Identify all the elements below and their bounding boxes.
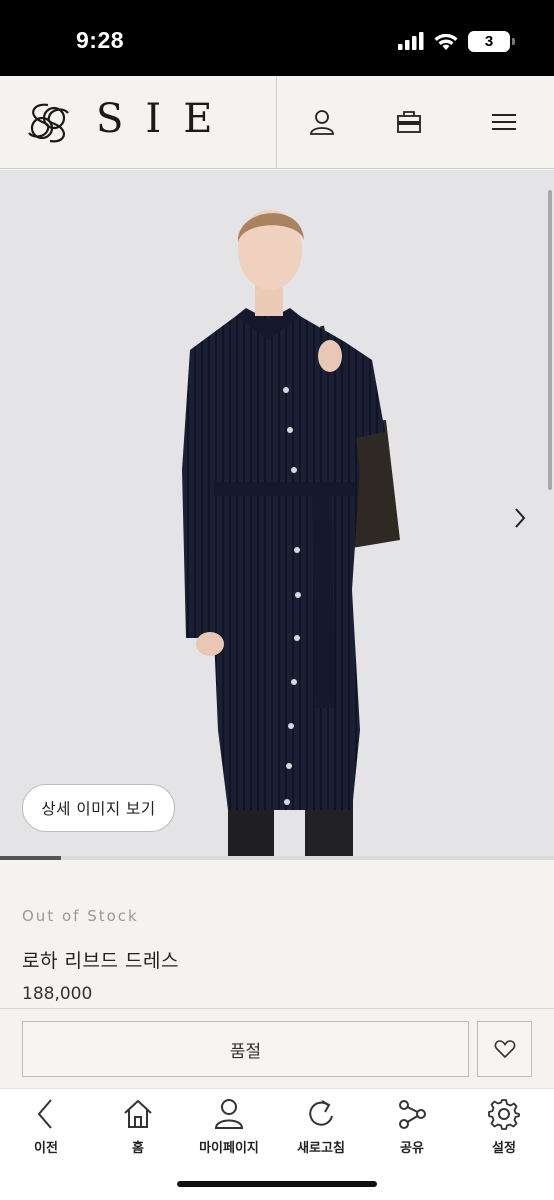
purchase-bar: 품절: [0, 1008, 554, 1088]
home-icon: [124, 1099, 152, 1128]
view-detail-images-button[interactable]: 상세 이미지 보기: [22, 784, 175, 832]
toolbar-settings-label: 설정: [492, 1141, 516, 1156]
user-icon: [310, 110, 334, 135]
toolbar-mypage-label: 마이페이지: [199, 1141, 259, 1156]
scrollbar-thumb[interactable]: [548, 190, 552, 490]
toolbar-share-button[interactable]: 공유: [370, 1097, 454, 1167]
product-photo: [0, 170, 554, 856]
product-image-carousel[interactable]: 상세 이미지 보기: [0, 170, 554, 856]
chevron-right-icon: [515, 508, 526, 528]
stock-status: Out of Stock: [22, 907, 139, 925]
toolbar-share-label: 공유: [400, 1141, 424, 1156]
wifi-icon: [434, 33, 458, 50]
carousel-progress: [0, 856, 554, 860]
shopping-bag-button[interactable]: [391, 104, 427, 140]
wishlist-button[interactable]: [477, 1021, 532, 1077]
battery-level: 3: [484, 32, 494, 50]
toolbar-refresh-label: 새로고침: [297, 1141, 345, 1156]
hamburger-menu-icon: [492, 114, 516, 130]
refresh-icon: [309, 1100, 333, 1126]
status-time: 9:28: [76, 27, 125, 53]
toolbar-back-label: 이전: [34, 1141, 58, 1156]
page-scrollbar[interactable]: [546, 170, 554, 856]
battery-icon: 3: [468, 30, 515, 52]
home-indicator: [177, 1181, 377, 1187]
heart-icon: [494, 1040, 515, 1059]
toolbar-refresh-button[interactable]: 새로고침: [279, 1097, 363, 1167]
account-button[interactable]: [304, 104, 340, 140]
carousel-progress-fill: [0, 856, 61, 860]
status-icons: 3: [398, 30, 515, 52]
header-divider: [276, 76, 277, 169]
product-price: 188,000: [22, 984, 93, 1004]
menu-button[interactable]: [486, 104, 522, 140]
sold-out-button[interactable]: 품절: [22, 1021, 469, 1077]
share-icon: [399, 1100, 426, 1129]
site-header: SIE: [0, 76, 554, 169]
status-bar: 9:28 3: [0, 0, 554, 76]
brand-logo-icon[interactable]: [26, 101, 70, 145]
toolbar-home-label: 홈: [132, 1141, 144, 1156]
toolbar-mypage-button[interactable]: 마이페이지: [187, 1097, 271, 1167]
cellular-signal-icon: [398, 32, 424, 50]
toolbar-back-button[interactable]: 이전: [4, 1097, 88, 1167]
gear-icon: [488, 1099, 520, 1130]
shopping-bag-icon: [397, 111, 421, 133]
user-icon: [214, 1099, 244, 1129]
next-image-button[interactable]: [506, 504, 534, 532]
toolbar-home-button[interactable]: 홈: [96, 1097, 180, 1167]
brand-logo-text[interactable]: SIE: [96, 96, 234, 142]
product-name: 로하 리브드 드레스: [22, 950, 179, 972]
toolbar-settings-button[interactable]: 설정: [462, 1097, 546, 1167]
back-arrow-icon: [37, 1099, 52, 1129]
